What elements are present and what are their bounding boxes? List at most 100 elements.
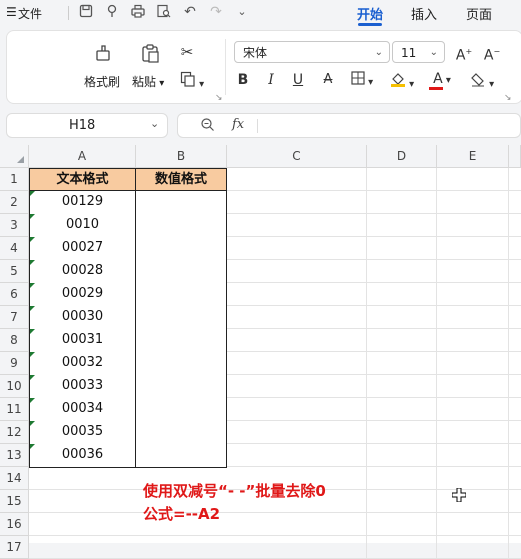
file-menu[interactable]: 文件 (18, 5, 42, 22)
cell-a[interactable]: 00029 (29, 283, 136, 307)
cell-b[interactable] (135, 237, 227, 261)
row-header[interactable]: 8 (0, 329, 29, 352)
cell-b[interactable] (135, 214, 227, 238)
fill-color-icon[interactable]: ▾ (387, 71, 417, 94)
decrease-font-icon[interactable]: A− (483, 43, 501, 65)
text-number-warning-icon[interactable] (30, 306, 35, 311)
print-icon[interactable] (130, 4, 146, 20)
format-painter-button[interactable]: 格式刷 (84, 73, 120, 90)
cell-a[interactable]: 00034 (29, 398, 136, 422)
row-header[interactable]: 13 (0, 444, 29, 467)
tab-home[interactable]: 开始 (357, 4, 383, 23)
text-number-warning-icon[interactable] (30, 375, 35, 380)
cell-a[interactable]: 00028 (29, 260, 136, 284)
row-header[interactable]: 11 (0, 398, 29, 421)
strikethrough-icon[interactable]: A (319, 71, 337, 89)
column-header-e[interactable]: E (437, 145, 509, 168)
text-number-warning-icon[interactable] (30, 329, 35, 334)
cell-b[interactable] (135, 352, 227, 376)
row-header[interactable]: 16 (0, 513, 29, 536)
cut-icon[interactable]: ✂ (177, 43, 197, 61)
cell-a[interactable]: 00027 (29, 237, 136, 261)
row-header[interactable]: 15 (0, 490, 29, 513)
row-header[interactable]: 12 (0, 421, 29, 444)
undo-icon[interactable]: ↶ (182, 4, 198, 20)
ribbon: 格式刷 粘贴 ▾ ✂ ▾ ↘ 宋体 ⌄ 11 ⌄ A+ A− B I U A ▾… (6, 30, 521, 104)
borders-icon[interactable]: ▾ (347, 71, 377, 92)
cell-b[interactable] (135, 191, 227, 215)
text-number-warning-icon[interactable] (30, 214, 35, 219)
formula-bar[interactable]: fx (177, 113, 521, 138)
tab-page[interactable]: 页面 (466, 4, 492, 23)
row-header[interactable]: 14 (0, 467, 29, 490)
cell-b[interactable] (135, 421, 227, 445)
cell-a[interactable]: 00033 (29, 375, 136, 399)
cell-b1[interactable]: 数值格式 (135, 168, 227, 191)
row-header[interactable]: 3 (0, 214, 29, 237)
font-color-icon[interactable]: A ▾ (427, 69, 457, 90)
cell-a[interactable]: 00032 (29, 352, 136, 376)
brush-icon[interactable] (104, 4, 120, 20)
row-header[interactable]: 6 (0, 283, 29, 306)
paste-button[interactable]: 粘贴 ▾ (132, 73, 164, 90)
row-header[interactable]: 10 (0, 375, 29, 398)
column-header-f[interactable] (509, 145, 521, 168)
cell-b[interactable] (135, 329, 227, 353)
cell-b[interactable] (135, 306, 227, 330)
cell-b[interactable] (135, 260, 227, 284)
column-header-d[interactable]: D (367, 145, 437, 168)
cell-b[interactable] (135, 398, 227, 422)
tab-insert[interactable]: 插入 (411, 4, 437, 23)
underline-icon[interactable]: U (290, 71, 306, 89)
row-header[interactable]: 9 (0, 352, 29, 375)
text-number-warning-icon[interactable] (30, 283, 35, 288)
font-size-select[interactable]: 11 ⌄ (392, 41, 445, 63)
redo-icon[interactable]: ↷ (208, 4, 224, 20)
fx-icon[interactable]: fx (232, 117, 244, 132)
row-header[interactable]: 2 (0, 191, 29, 214)
text-number-warning-icon[interactable] (30, 191, 35, 196)
clear-format-icon[interactable]: ▾ (467, 71, 497, 94)
group-expand-icon[interactable]: ↘ (504, 93, 512, 103)
text-number-warning-icon[interactable] (30, 444, 35, 449)
row-header[interactable]: 17 (0, 536, 29, 559)
text-number-warning-icon[interactable] (30, 260, 35, 265)
group-expand-icon[interactable]: ↘ (215, 93, 223, 103)
print-preview-icon[interactable] (156, 4, 172, 20)
menu-icon[interactable]: ☰ (6, 5, 17, 19)
cell-a[interactable]: 00031 (29, 329, 136, 353)
increase-font-icon[interactable]: A+ (455, 43, 473, 65)
text-number-warning-icon[interactable] (30, 421, 35, 426)
copy-icon[interactable]: ▾ (177, 71, 207, 94)
text-number-warning-icon[interactable] (30, 352, 35, 357)
row-header[interactable]: 7 (0, 306, 29, 329)
spreadsheet-grid[interactable]: A B C D E 1 2 3 4 5 6 7 8 9 10 11 12 13 14 15 16 17 文本格式… (0, 145, 521, 559)
save-icon[interactable] (78, 4, 94, 20)
text-number-warning-icon[interactable] (30, 398, 35, 403)
cell-a[interactable]: 0010 (29, 214, 136, 238)
zoom-icon[interactable] (200, 117, 215, 135)
chevron-down-icon[interactable]: ⌄ (234, 4, 250, 20)
cell-a1[interactable]: 文本格式 (29, 168, 136, 191)
cell-b[interactable] (135, 444, 227, 468)
select-all-corner[interactable] (0, 145, 29, 168)
cell-b[interactable] (135, 375, 227, 399)
cell-a[interactable]: 00030 (29, 306, 136, 330)
column-header-b[interactable]: B (136, 145, 227, 168)
row-header[interactable]: 1 (0, 168, 29, 191)
row-header[interactable]: 4 (0, 237, 29, 260)
name-box[interactable]: H18 ⌄ (6, 113, 168, 138)
cell-b[interactable] (135, 283, 227, 307)
cell-a[interactable]: 00035 (29, 421, 136, 445)
font-family-select[interactable]: 宋体 ⌄ (234, 41, 390, 63)
row-header[interactable]: 5 (0, 260, 29, 283)
bold-icon[interactable]: B (235, 71, 251, 89)
cell-a[interactable]: 00129 (29, 191, 136, 215)
chevron-down-icon[interactable]: ⌄ (150, 117, 159, 130)
font-size-value: 11 (401, 46, 417, 60)
italic-icon[interactable]: I (263, 71, 279, 89)
column-header-c[interactable]: C (227, 145, 367, 168)
text-number-warning-icon[interactable] (30, 237, 35, 242)
column-header-a[interactable]: A (29, 145, 136, 168)
cell-a[interactable]: 00036 (29, 444, 136, 468)
